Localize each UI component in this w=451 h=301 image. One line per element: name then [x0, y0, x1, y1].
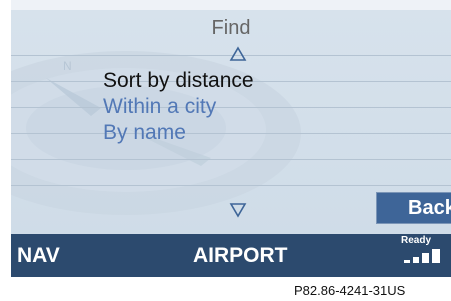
status-text: Ready	[401, 235, 432, 246]
status-bar: NAV AIRPORT Ready	[11, 234, 451, 277]
scroll-down-icon[interactable]	[229, 202, 247, 218]
navigation-screen: N Find Sort by distance Within a city By…	[11, 0, 451, 277]
figure-caption: P82.86-4241-31US	[294, 283, 406, 298]
divider	[11, 107, 451, 108]
menu-item-by-name[interactable]: By name	[103, 120, 186, 146]
page-title: Find	[211, 17, 251, 39]
nav-mode-label[interactable]: NAV	[17, 244, 60, 268]
signal-strength-icon	[401, 249, 451, 267]
divider	[11, 159, 451, 160]
find-menu-panel: N Find Sort by distance Within a city By…	[11, 10, 451, 234]
scroll-up-icon[interactable]	[229, 46, 247, 62]
location-label: AIRPORT	[193, 244, 288, 267]
top-strip	[11, 0, 451, 10]
back-button-label: Back	[408, 197, 451, 219]
svg-text:N: N	[63, 59, 72, 73]
back-button[interactable]: Back	[376, 192, 451, 224]
menu-item-within-a-city[interactable]: Within a city	[103, 94, 216, 120]
divider	[11, 133, 451, 134]
menu-item-sort-by-distance[interactable]: Sort by distance	[103, 68, 254, 94]
divider	[11, 185, 451, 186]
